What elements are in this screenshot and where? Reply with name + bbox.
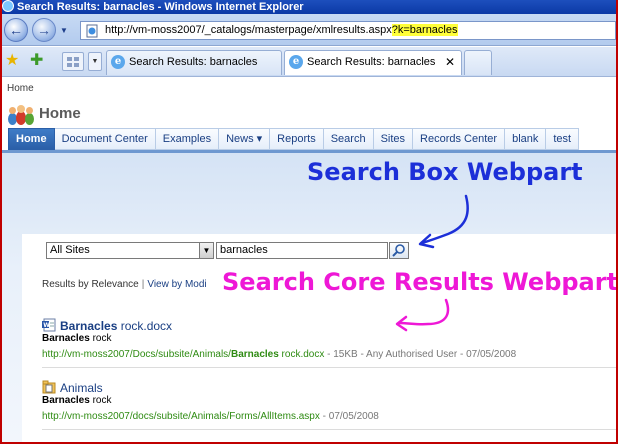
annotation-search-box-webpart: Search Box Webpart	[307, 158, 583, 186]
add-favorite-icon[interactable]: ✚	[30, 53, 43, 69]
nav-tab-home[interactable]: Home	[8, 128, 55, 150]
result-title-link[interactable]: Animals	[42, 380, 103, 395]
ie-page-icon: e	[111, 55, 125, 69]
ie-page-icon: e	[289, 55, 303, 69]
result-title-link[interactable]: W Barnacles rock.docx	[42, 318, 172, 333]
browser-tab-active[interactable]: e Search Results: barnacles ✕	[284, 50, 462, 75]
back-button[interactable]: ←	[4, 18, 28, 42]
word-document-icon: W	[42, 318, 56, 332]
nav-tab-sites[interactable]: Sites	[373, 128, 414, 150]
library-folder-icon	[42, 380, 56, 394]
nav-tab-test[interactable]: test	[546, 128, 580, 150]
result-description: Barnacles rock	[42, 395, 112, 406]
view-by-modified-link[interactable]: View by Modi	[147, 279, 206, 290]
search-go-button[interactable]	[389, 242, 409, 259]
svg-text:W: W	[43, 322, 50, 329]
site-title[interactable]: Home	[39, 105, 81, 122]
results-header: Results by Relevance | View by Modi	[42, 279, 207, 290]
site-logo-icon	[7, 104, 35, 126]
result-description: Barnacles rock	[42, 333, 112, 344]
nav-tab-examples[interactable]: Examples	[155, 128, 220, 150]
tab-list-dropdown-icon[interactable]: ▼	[88, 52, 102, 71]
address-toolbar: ← → ▼ http://vm-moss2007/_catalogs/maste…	[0, 14, 618, 46]
search-input[interactable]: barnacles	[216, 242, 388, 259]
url-query-highlight: ?k=barnacles	[391, 24, 458, 36]
top-navigation: Home Document Center Examples News ▾ Rep…	[8, 128, 580, 150]
annotation-core-results-webpart: Search Core Results Webpart	[222, 268, 618, 296]
new-tab-button[interactable]	[464, 50, 492, 75]
address-bar[interactable]: http://vm-moss2007/_catalogs/masterpage/…	[80, 21, 616, 40]
breadcrumb[interactable]: Home	[7, 83, 34, 94]
ie-icon	[2, 0, 14, 12]
nav-tab-document-center[interactable]: Document Center	[54, 128, 156, 150]
quick-tabs-icon[interactable]	[62, 52, 84, 71]
nav-tab-search[interactable]: Search	[323, 128, 374, 150]
nav-tab-records-center[interactable]: Records Center	[413, 128, 506, 150]
close-tab-icon[interactable]: ✕	[445, 51, 455, 73]
nav-tab-reports[interactable]: Reports	[270, 128, 324, 150]
window-title-bar: Search Results: barnacles - Windows Inte…	[0, 0, 618, 14]
window-title: Search Results: barnacles - Windows Inte…	[17, 1, 304, 13]
result-url: http://vm-moss2007/docs/subsite/Animals/…	[42, 411, 379, 422]
result-url: http://vm-moss2007/Docs/subsite/Animals/…	[42, 349, 517, 360]
browser-tab[interactable]: e Search Results: barnacles	[106, 50, 282, 75]
magnifier-icon	[392, 244, 405, 257]
chevron-down-icon[interactable]: ▼	[199, 243, 213, 258]
forward-button[interactable]: →	[32, 18, 56, 42]
results-separator: |	[141, 279, 145, 290]
history-dropdown-icon[interactable]: ▼	[60, 26, 68, 35]
address-url[interactable]: http://vm-moss2007/_catalogs/masterpage/…	[105, 24, 458, 36]
favorites-star-icon[interactable]: ★	[5, 53, 19, 69]
page-icon	[86, 24, 98, 38]
results-by-relevance: Results by Relevance	[42, 279, 139, 290]
search-scope-select[interactable]: All Sites ▼	[46, 242, 214, 259]
result-divider	[42, 367, 618, 368]
nav-tab-news[interactable]: News ▾	[219, 128, 271, 150]
result-divider	[42, 429, 618, 430]
nav-tab-blank[interactable]: blank	[505, 128, 547, 150]
tabs-toolbar: ★ ✚ ▼ e Search Results: barnacles e Sear…	[0, 47, 618, 77]
